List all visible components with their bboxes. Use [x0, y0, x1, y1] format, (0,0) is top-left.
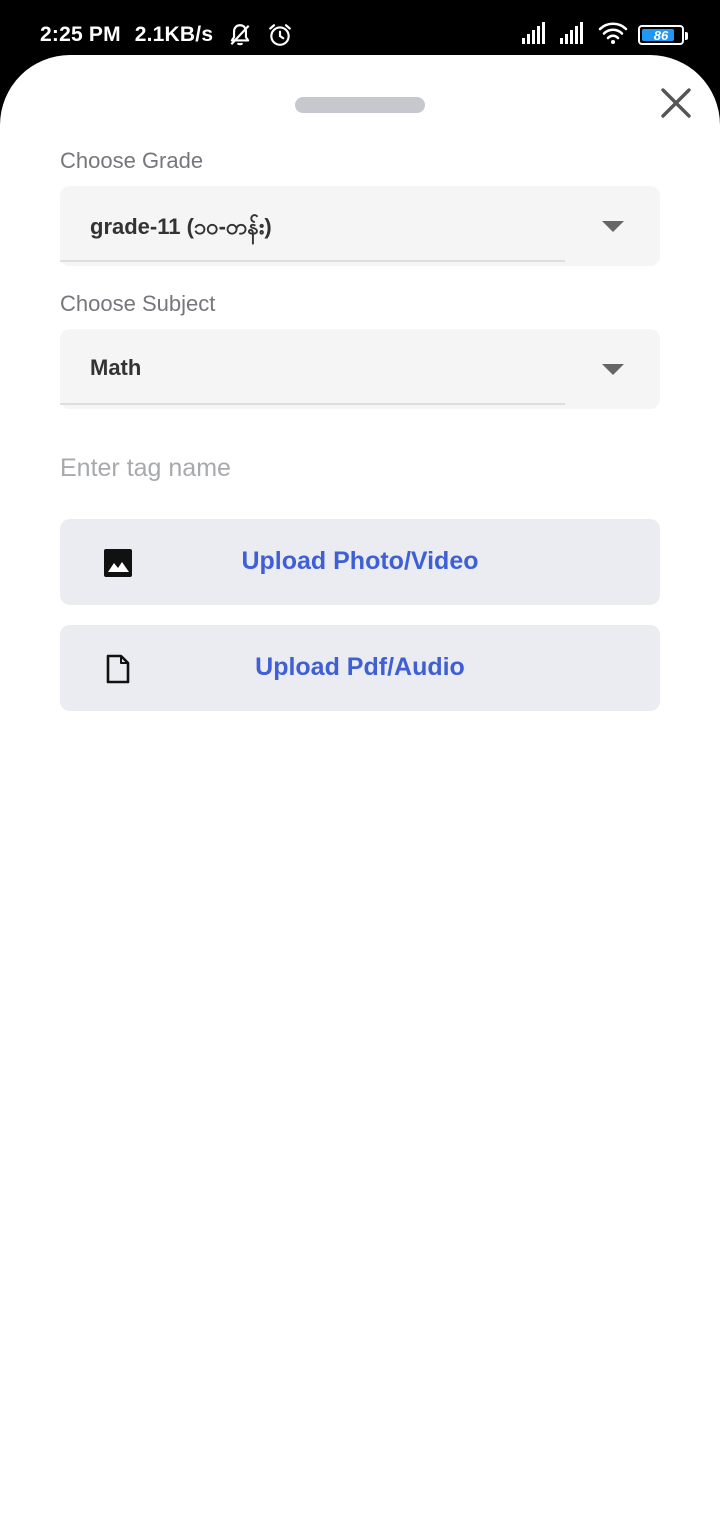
- upload-photo-video-label: Upload Photo/Video: [241, 547, 479, 575]
- drag-handle[interactable]: [295, 97, 425, 113]
- status-bar-right: 86: [522, 20, 688, 50]
- network-speed: 2.1KB/s: [134, 23, 214, 46]
- upload-photo-video-button[interactable]: Upload Photo/Video: [60, 519, 660, 605]
- chevron-down-icon: [602, 364, 624, 375]
- close-button[interactable]: [652, 79, 700, 127]
- battery-level: 86: [653, 27, 669, 43]
- subject-selected-value: Math: [90, 355, 142, 380]
- subject-select-underline: [60, 403, 565, 405]
- bottom-sheet: Choose Grade grade-11 (၁၀-တန်း) Choose S…: [0, 55, 720, 1520]
- grade-select-underline: [60, 260, 565, 262]
- wifi-icon: [598, 21, 628, 50]
- close-icon: [661, 88, 691, 118]
- grade-select[interactable]: grade-11 (၁၀-တန်း): [60, 186, 660, 266]
- status-bar: 2:25 PM 2.1KB/s 86: [0, 0, 720, 58]
- subject-label: Choose Subject: [60, 291, 216, 316]
- tag-name-input[interactable]: [60, 448, 660, 488]
- grade-label: Choose Grade: [60, 148, 204, 173]
- signal-icon: [560, 21, 588, 49]
- battery-icon: 86: [638, 25, 688, 45]
- upload-pdf-audio-button[interactable]: Upload Pdf/Audio: [60, 625, 660, 711]
- battery-cap: [685, 32, 688, 40]
- chevron-down-icon: [602, 221, 624, 232]
- subject-select[interactable]: Math: [60, 329, 660, 409]
- muted-bell-icon: [227, 22, 253, 48]
- upload-pdf-audio-label: Upload Pdf/Audio: [255, 653, 465, 681]
- alarm-icon: [267, 22, 293, 48]
- grade-selected-value: grade-11 (၁၀-တန်း): [90, 214, 272, 239]
- status-bar-left: 2:25 PM 2.1KB/s: [40, 20, 293, 50]
- status-time: 2:25 PM: [40, 23, 121, 46]
- signal-icon: [522, 21, 550, 49]
